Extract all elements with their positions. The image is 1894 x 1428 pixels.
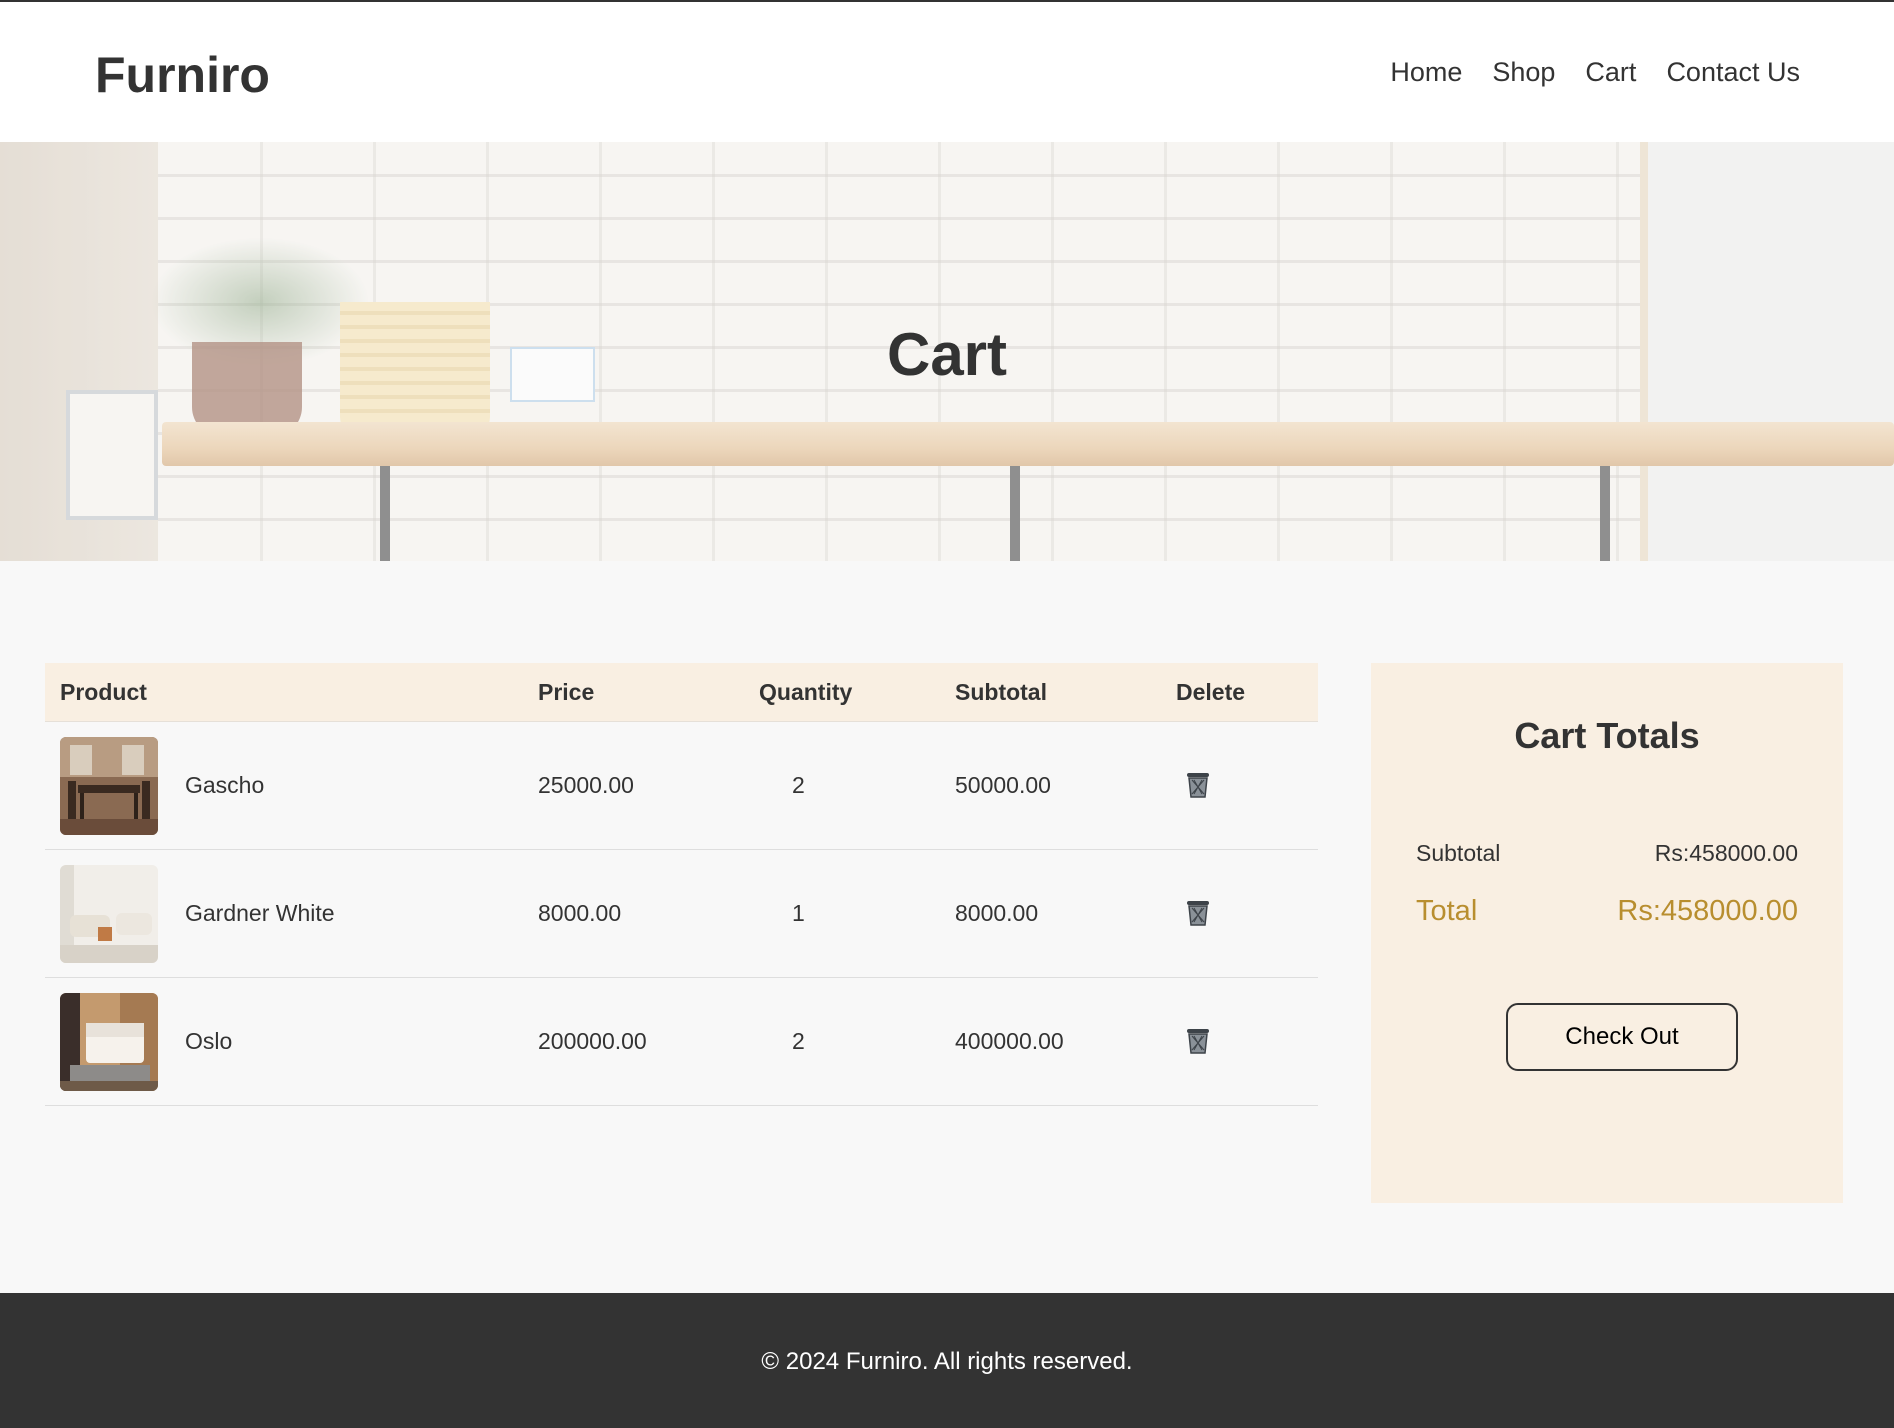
total-label: Total (1416, 895, 1478, 927)
product-thumbnail[interactable] (60, 865, 158, 963)
nav-cart-link[interactable]: Cart (1585, 57, 1636, 88)
site-footer: © 2024 Furniro. All rights reserved. (0, 1293, 1894, 1428)
table-row: Gascho 25000.00 2 50000.00 (45, 722, 1318, 850)
cart-table: Product Price Quantity Subtotal Delete G… (45, 663, 1318, 1106)
product-quantity: 2 (792, 772, 805, 798)
subtotal-label: Subtotal (1416, 840, 1501, 866)
trash-icon[interactable] (1185, 771, 1211, 799)
header-delete: Delete (1176, 679, 1246, 705)
copyright-text: © 2024 Furniro. All rights reserved. (761, 1348, 1133, 1375)
page-title: Cart (886, 321, 1008, 388)
product-quantity: 2 (792, 1028, 805, 1054)
total-value: Rs:458000.00 (1617, 895, 1798, 927)
product-name[interactable]: Gardner White (185, 900, 335, 927)
product-price: 200000.00 (538, 1028, 647, 1054)
nav-shop-link[interactable]: Shop (1492, 57, 1555, 88)
logo[interactable]: Furniro (95, 46, 270, 104)
subtotal-value: Rs:458000.00 (1654, 840, 1798, 866)
product-name[interactable]: Gascho (185, 772, 264, 799)
header-subtotal: Subtotal (955, 679, 1047, 705)
header-price: Price (538, 679, 595, 705)
product-subtotal: 8000.00 (955, 900, 1039, 926)
trash-icon[interactable] (1185, 899, 1211, 927)
product-subtotal: 400000.00 (955, 1028, 1064, 1054)
header-product: Product (60, 679, 147, 705)
hero-banner: Cart (0, 142, 1894, 561)
product-price: 8000.00 (538, 900, 622, 926)
site-header: Furniro Home Shop Cart Contact Us (0, 0, 1894, 142)
cart-totals-panel: Cart Totals Subtotal Rs:458000.00 Total … (1371, 663, 1843, 1203)
product-quantity: 1 (792, 900, 805, 926)
nav-contact-link[interactable]: Contact Us (1666, 57, 1800, 88)
table-header: Product Price Quantity Subtotal Delete (45, 663, 1318, 722)
product-name[interactable]: Oslo (185, 1028, 232, 1055)
product-subtotal: 50000.00 (955, 772, 1051, 798)
main-nav: Home Shop Cart Contact Us (1390, 57, 1800, 88)
trash-icon[interactable] (1185, 1027, 1211, 1055)
table-row: Gardner White 8000.00 1 8000.00 (45, 850, 1318, 978)
page: Furniro Home Shop Cart Contact Us Cart P… (0, 0, 1894, 1428)
header-quantity: Quantity (759, 679, 853, 705)
product-thumbnail[interactable] (60, 737, 158, 835)
cart-totals-title: Cart Totals (1514, 715, 1700, 756)
nav-home-link[interactable]: Home (1390, 57, 1462, 88)
product-thumbnail[interactable] (60, 993, 158, 1091)
table-row: Oslo 200000.00 2 400000.00 (45, 978, 1318, 1106)
checkout-button[interactable]: Check Out (1506, 1003, 1738, 1071)
product-price: 25000.00 (538, 772, 634, 798)
